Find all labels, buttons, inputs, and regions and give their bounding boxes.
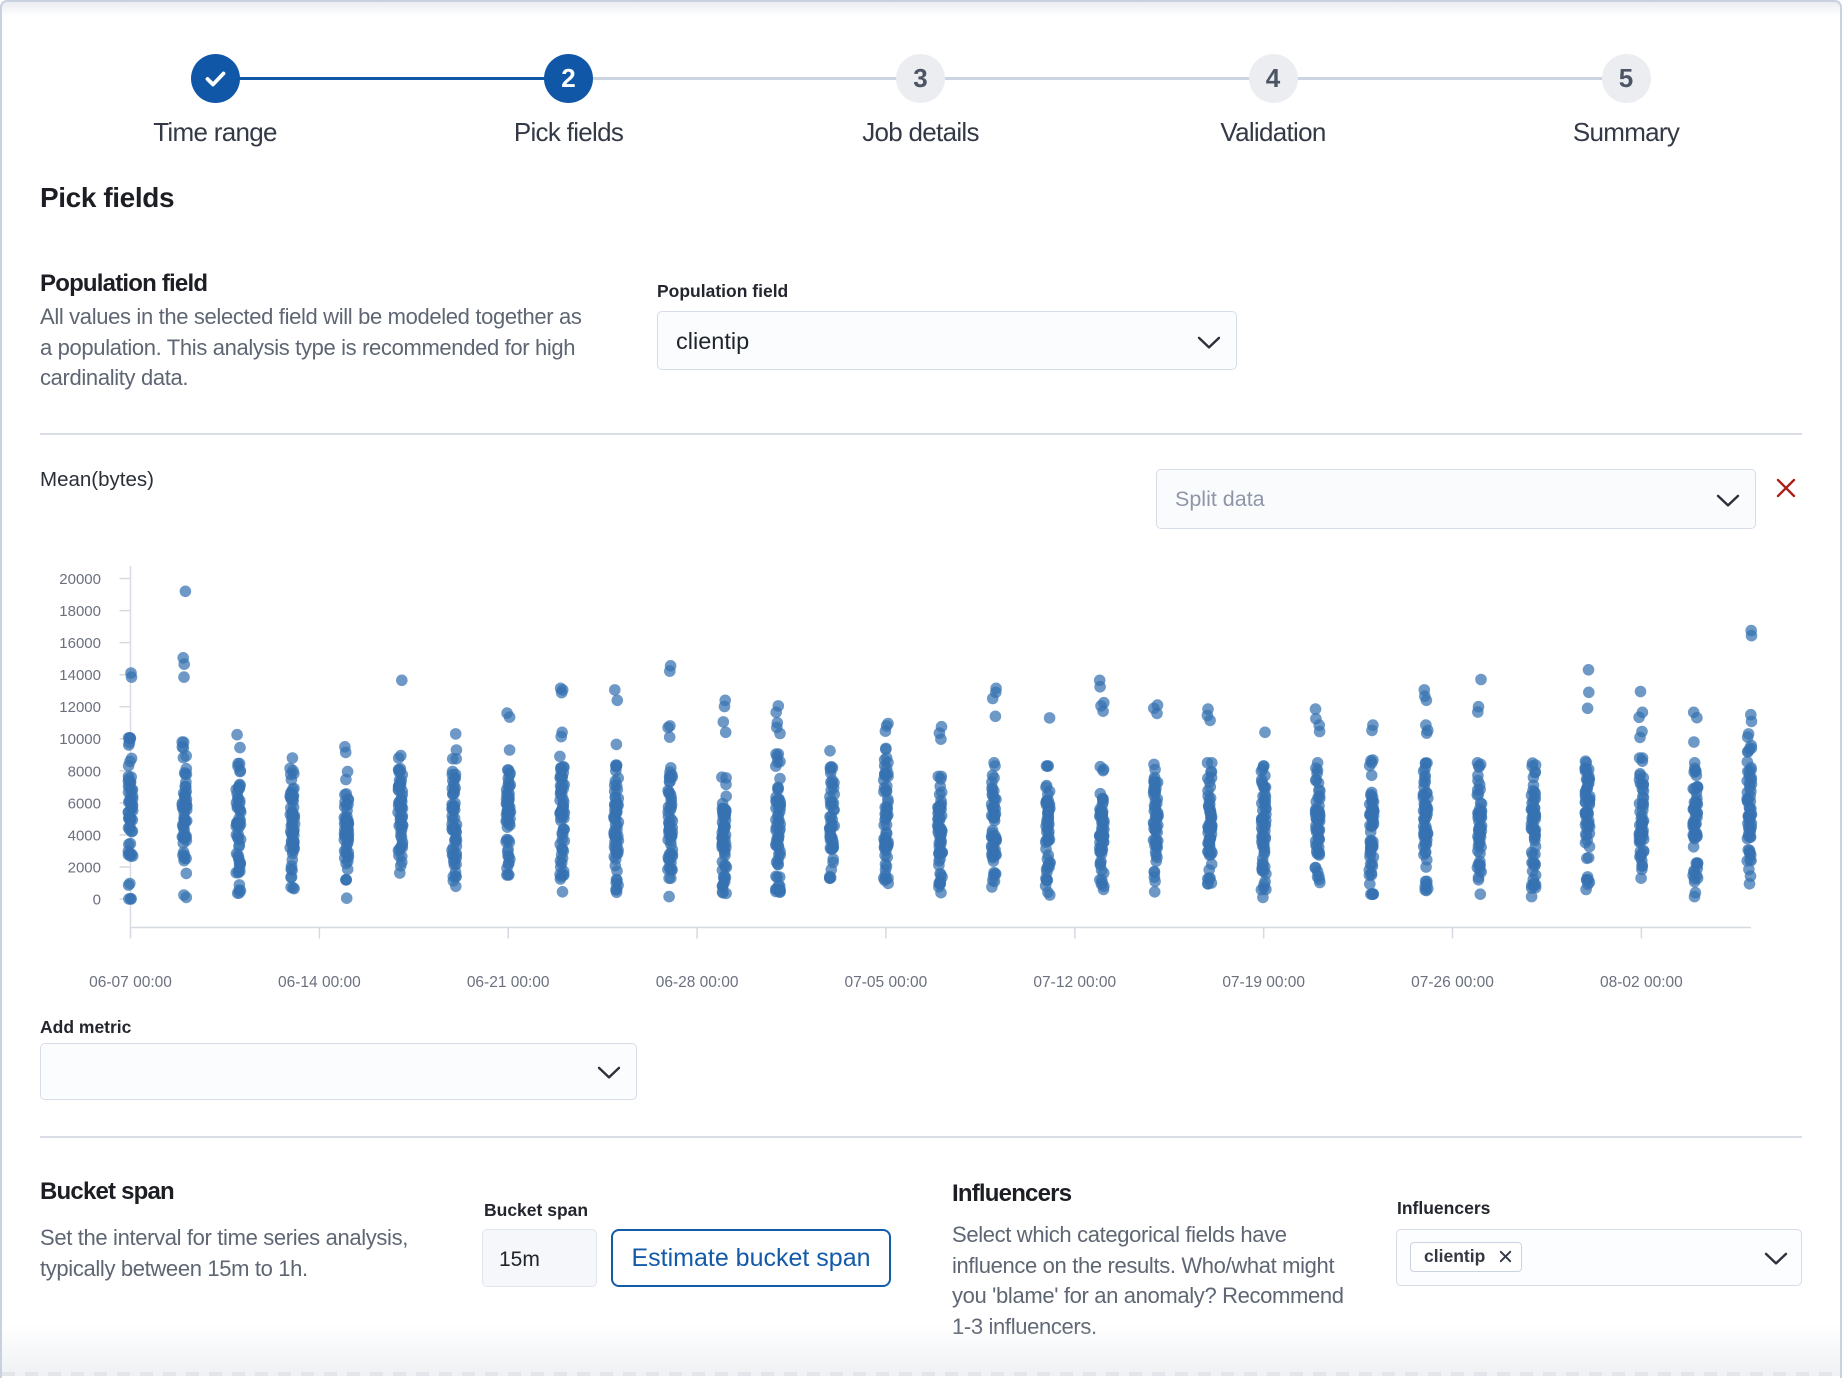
svg-text:16000: 16000 — [59, 635, 101, 652]
svg-text:07-19 00:00: 07-19 00:00 — [1222, 974, 1305, 991]
svg-text:06-07 00:00: 06-07 00:00 — [89, 974, 172, 991]
svg-text:18000: 18000 — [59, 603, 101, 620]
svg-text:20000: 20000 — [59, 571, 101, 588]
svg-text:12000: 12000 — [59, 699, 101, 716]
svg-text:8000: 8000 — [68, 763, 101, 780]
svg-text:06-21 00:00: 06-21 00:00 — [467, 974, 550, 991]
svg-text:06-14 00:00: 06-14 00:00 — [278, 974, 361, 991]
svg-text:07-12 00:00: 07-12 00:00 — [1033, 974, 1116, 991]
svg-text:07-05 00:00: 07-05 00:00 — [845, 974, 928, 991]
svg-text:06-28 00:00: 06-28 00:00 — [656, 974, 739, 991]
svg-text:0: 0 — [93, 892, 101, 909]
svg-text:08-02 00:00: 08-02 00:00 — [1600, 974, 1683, 991]
svg-text:6000: 6000 — [68, 795, 101, 812]
svg-text:2000: 2000 — [68, 860, 101, 877]
svg-text:07-26 00:00: 07-26 00:00 — [1411, 974, 1494, 991]
svg-text:10000: 10000 — [59, 731, 101, 748]
svg-text:4000: 4000 — [68, 827, 101, 844]
svg-text:14000: 14000 — [59, 667, 101, 684]
